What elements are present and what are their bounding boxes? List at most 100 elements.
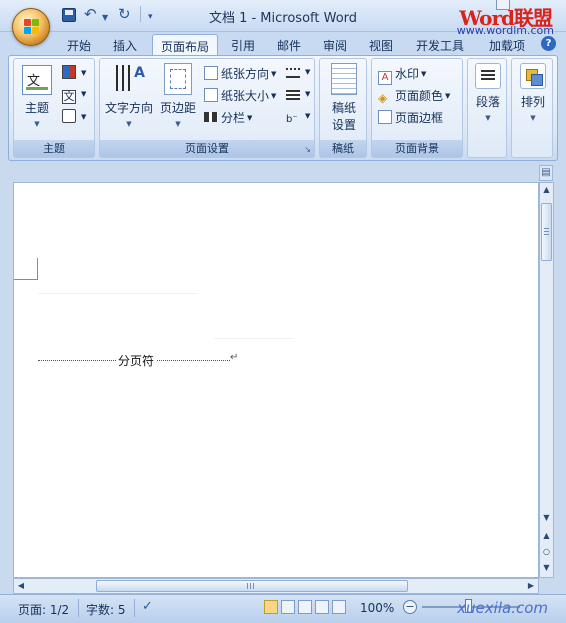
print-layout-view-button[interactable]	[264, 600, 278, 614]
chevron-down-icon: ▼	[485, 114, 491, 122]
browse-object-icon[interactable]: ○	[540, 545, 553, 559]
arrange-icon	[520, 63, 546, 89]
view-ruler-icon[interactable]: ▤	[539, 165, 553, 181]
paragraph-icon	[475, 63, 501, 89]
theme-effects-icon	[62, 109, 76, 123]
tab-insert[interactable]: 插入	[106, 34, 144, 56]
help-icon[interactable]: ?	[541, 36, 556, 51]
page-break-label: 分页符	[116, 352, 157, 369]
page-borders-icon	[378, 110, 392, 124]
theme-colors-button[interactable]: ▼	[62, 65, 86, 83]
columns-label: 分栏	[221, 111, 246, 125]
draft-paper-icon	[331, 63, 357, 95]
chevron-down-icon: ▼	[34, 120, 40, 128]
chevron-down-icon: ▼	[530, 114, 536, 122]
horizontal-scroll-thumb[interactable]	[96, 580, 408, 592]
columns-icon	[204, 112, 218, 122]
scroll-up-icon[interactable]: ▲	[540, 183, 553, 197]
page-break-line-right	[154, 360, 230, 361]
group-label-draft: 稿纸	[320, 140, 366, 157]
line-numbers-icon	[286, 90, 300, 100]
hyphenation-button[interactable]: b⁻ ▼	[286, 109, 310, 127]
full-screen-reading-view-button[interactable]	[281, 600, 295, 614]
web-layout-view-button[interactable]	[298, 600, 312, 614]
page-color-button[interactable]: ◈ 页面颜色 ▼	[378, 87, 450, 105]
word-count[interactable]: 字数: 5	[86, 601, 126, 618]
group-page-setup: A 文字方向 ▼ 页边距 ▼ 纸张方向 ▼ 纸张大小 ▼ 分栏 ▼ ▼ ▼ b⁻ ▼ 页…	[99, 58, 315, 158]
chevron-down-icon: ▼	[175, 120, 181, 128]
theme-effects-button[interactable]: ▼	[62, 109, 86, 127]
faint-line	[38, 293, 198, 294]
group-paragraph[interactable]: 段落 ▼	[467, 58, 507, 158]
office-button[interactable]	[12, 8, 50, 46]
scroll-right-icon[interactable]: ▶	[524, 579, 538, 593]
group-label-page-setup: 页面设置	[100, 140, 314, 157]
status-separator	[78, 599, 79, 617]
tab-references[interactable]: 引用	[224, 34, 262, 56]
zoom-out-icon[interactable]: −	[403, 600, 417, 614]
paragraph-button[interactable]: 段落 ▼	[474, 63, 502, 122]
scroll-left-icon[interactable]: ◀	[14, 579, 28, 593]
margin-corner-mark	[14, 258, 38, 280]
tab-view[interactable]: 视图	[362, 34, 400, 56]
chevron-down-icon: ▼	[126, 120, 132, 128]
size-button[interactable]: 纸张大小 ▼	[204, 87, 276, 105]
ribbon: 文 主题 ▼ ▼ 文▼ ▼ 主题 A 文字方向 ▼ 页边距 ▼ 纸张方向▼	[8, 55, 558, 161]
tab-developer[interactable]: 开发工具	[408, 34, 472, 56]
text-direction-button[interactable]: A 文字方向 ▼	[104, 63, 154, 128]
vertical-scrollbar[interactable]: ▲ ▼ ▲ ○ ▼	[539, 182, 554, 578]
group-arrange[interactable]: 排列 ▼	[511, 58, 553, 158]
draft-view-button[interactable]	[332, 600, 346, 614]
page-break-line-left	[38, 360, 118, 361]
text-direction-label: 文字方向	[104, 101, 153, 115]
watermark-url: www.wordlm.com	[456, 24, 554, 37]
status-watermark: xuexila.com	[457, 599, 548, 617]
next-page-icon[interactable]: ▼	[540, 561, 553, 575]
draft-setup-label-2: 设置	[331, 118, 356, 132]
draft-setup-button[interactable]: 稿纸 设置	[327, 63, 361, 133]
vertical-scroll-thumb[interactable]	[541, 203, 552, 261]
document-page[interactable]: 分页符 ↵	[13, 182, 539, 578]
outline-view-button[interactable]	[315, 600, 329, 614]
tab-mailings[interactable]: 邮件	[270, 34, 308, 56]
arrange-button[interactable]: 排列 ▼	[519, 63, 547, 122]
office-logo-icon	[24, 19, 40, 35]
page-count[interactable]: 页面: 1/2	[18, 601, 69, 618]
group-label-theme: 主题	[14, 140, 94, 157]
line-numbers-button[interactable]: ▼	[286, 87, 310, 105]
page-borders-button[interactable]: 页面边框	[378, 109, 443, 127]
status-separator	[134, 599, 135, 617]
margins-label: 页边距	[159, 101, 196, 115]
orientation-button[interactable]: 纸张方向 ▼	[204, 65, 276, 83]
watermark-icon: A	[378, 71, 392, 85]
theme-fonts-icon: 文	[62, 90, 76, 104]
breaks-icon	[286, 68, 300, 78]
paragraph-mark: ↵	[230, 352, 239, 363]
tab-review[interactable]: 审阅	[316, 34, 354, 56]
margins-icon	[164, 63, 192, 95]
paragraph-label: 段落	[475, 95, 500, 109]
zoom-level[interactable]: 100%	[360, 601, 394, 615]
tab-add-ins[interactable]: 加载项	[478, 34, 536, 56]
theme-colors-icon	[62, 65, 76, 79]
horizontal-scrollbar[interactable]: ◀ ▶	[13, 578, 539, 594]
theme-button-label: 主题	[24, 101, 49, 115]
watermark-label: 水印	[395, 67, 420, 81]
size-label: 纸张大小	[221, 89, 270, 103]
theme-button[interactable]: 文 主题 ▼	[20, 65, 54, 128]
margins-button[interactable]: 页边距 ▼	[156, 63, 200, 128]
previous-page-icon[interactable]: ▲	[540, 529, 553, 543]
breaks-button[interactable]: ▼	[286, 65, 310, 83]
watermark-button[interactable]: A 水印 ▼	[378, 65, 426, 85]
dialog-launcher-icon[interactable]: ↘	[304, 145, 311, 154]
page-color-label: 页面颜色	[395, 89, 444, 103]
group-label-page-background: 页面背景	[372, 140, 462, 157]
tab-home[interactable]: 开始	[60, 34, 98, 56]
tab-page-layout[interactable]: 页面布局	[152, 34, 218, 57]
theme-icon: 文	[22, 65, 52, 95]
scroll-down-icon[interactable]: ▼	[540, 511, 553, 525]
theme-fonts-button[interactable]: 文 ▼	[62, 87, 86, 105]
proofing-icon[interactable]: ✓	[142, 599, 153, 614]
columns-button[interactable]: 分栏 ▼	[204, 109, 252, 127]
text-direction-icon: A	[113, 63, 145, 95]
